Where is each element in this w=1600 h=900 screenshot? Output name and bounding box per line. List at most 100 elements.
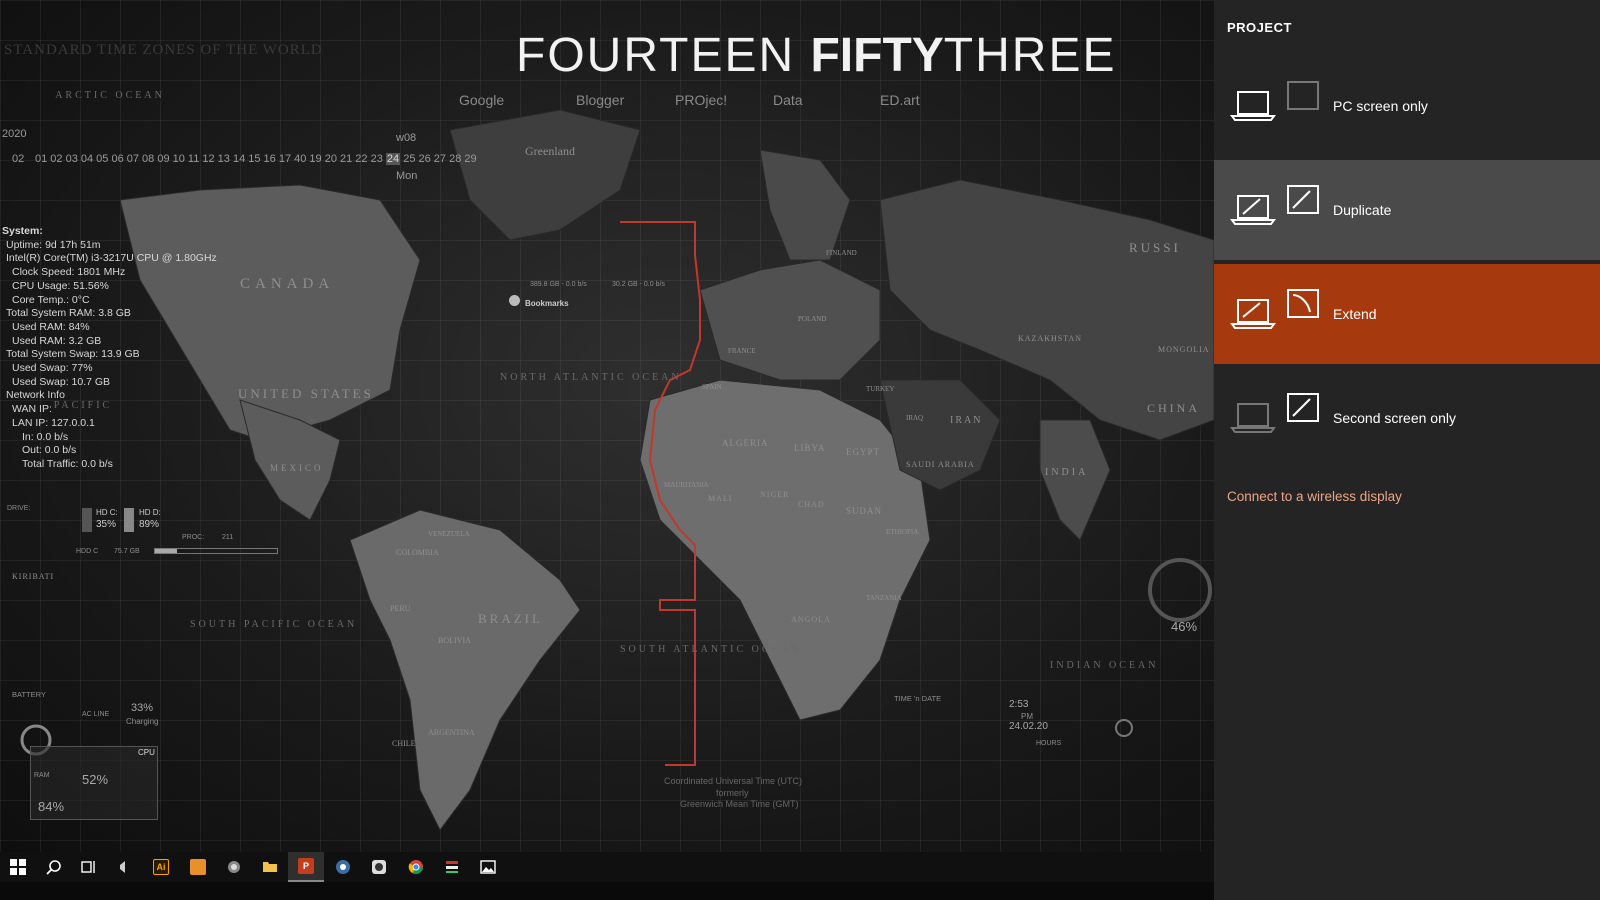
- pc-screen-only-icon: [1230, 81, 1319, 121]
- hdd-bar-value: 75.7 GB: [114, 548, 140, 555]
- taskbar: Ai P: [0, 852, 1214, 882]
- pc-screen-only-option[interactable]: PC screen only: [1214, 56, 1600, 156]
- chrome-icon: [408, 860, 423, 874]
- country-label: KIRIBATI: [12, 572, 55, 581]
- country-label: ETHIOPIA: [886, 528, 919, 536]
- app-icon: [336, 860, 350, 874]
- proc-label: PROC:: [182, 534, 205, 541]
- illustrator-icon: Ai: [153, 859, 169, 875]
- cpu-widget-label: CPU: [138, 748, 155, 757]
- nav-link-edart[interactable]: ED.art: [880, 92, 920, 108]
- ocean-label: SOUTH ATLANTIC OCEAN: [620, 640, 798, 660]
- ram-widget-label: RAM: [34, 772, 50, 779]
- app-gear-button[interactable]: [216, 852, 252, 882]
- calendar-days: 01 02 03 04 05 06 07 08 09 10 11 12 13 1…: [35, 153, 477, 165]
- extend-option[interactable]: Extend: [1214, 264, 1600, 364]
- gauge-pct: 46%: [1171, 619, 1198, 634]
- connect-wireless-display-link[interactable]: Connect to a wireless display: [1227, 489, 1402, 504]
- country-label: SPAIN: [702, 383, 722, 391]
- pinned-app-1[interactable]: [107, 852, 143, 882]
- clock-ampm: PM: [1021, 712, 1033, 721]
- calendar-year: 2020: [2, 128, 27, 140]
- battery-status: Charging: [126, 717, 159, 726]
- calendar-month: 02: [12, 153, 25, 165]
- app-list-button[interactable]: [434, 852, 470, 882]
- nav-link-data[interactable]: Data: [773, 92, 803, 108]
- country-label: CHINA: [1147, 401, 1200, 415]
- country-label: COLOMBIA: [396, 548, 439, 557]
- country-label: SUDAN: [846, 506, 883, 516]
- country-label: ANGOLA: [791, 615, 831, 624]
- country-label: INDIA: [1045, 467, 1089, 478]
- country-label: KAZAKHSTAN: [1018, 334, 1083, 343]
- ac-line-label: AC LINE: [82, 711, 110, 718]
- ocean-label: INDIAN OCEAN: [1050, 660, 1159, 671]
- country-label: VENEZUELA: [428, 530, 470, 538]
- project-panel: PROJECT PC screen only Duplicate Extend: [1214, 0, 1600, 900]
- total-swap: Total System Swap: 13.9 GB: [6, 348, 140, 361]
- used-ram-pct: Used RAM: 84%: [12, 320, 90, 333]
- nav-link-google[interactable]: Google: [459, 92, 504, 108]
- search-button[interactable]: [36, 852, 72, 882]
- task-view-button[interactable]: [71, 852, 107, 882]
- country-label: EGYPT: [846, 447, 880, 457]
- hdd-bar-label: HDD C: [76, 548, 99, 555]
- bookmarks-icon[interactable]: [509, 295, 520, 306]
- illustrator-button[interactable]: Ai: [143, 852, 179, 882]
- battery-label: BATTERY: [12, 690, 46, 699]
- country-label: TURKEY: [866, 385, 895, 393]
- app-icon: [120, 861, 125, 873]
- task-view-icon: [81, 861, 95, 873]
- powerpoint-icon: P: [298, 858, 314, 874]
- calendar-week: w08: [396, 132, 417, 144]
- battery-pct: 33%: [131, 702, 154, 714]
- second-screen-only-option[interactable]: Second screen only: [1214, 368, 1600, 468]
- map-title: STANDARD TIME ZONES OF THE WORLD: [4, 42, 323, 58]
- disk-speed-b: 30.2 GB - 0.0 b/s: [612, 281, 665, 288]
- country-label: FINLAND: [826, 249, 857, 257]
- brand-logo: FOURTEEN FIFTYTHREE: [516, 29, 1117, 82]
- country-label: MEXICO: [270, 463, 324, 473]
- net-in: In: 0.0 b/s: [22, 430, 69, 443]
- country-label: PERU: [390, 604, 411, 613]
- app-steam-button[interactable]: [325, 852, 361, 882]
- camera-icon: [372, 860, 386, 874]
- bookmarks-link[interactable]: Bookmarks: [525, 299, 569, 308]
- calendar-today: 24: [385, 153, 401, 165]
- proc-bar: [154, 548, 278, 554]
- country-label: MONGOLIA: [1158, 345, 1210, 354]
- uptime: Uptime: 9d 17h 51m: [6, 238, 101, 251]
- lan-ip: LAN IP: 127.0.0.1: [12, 416, 95, 429]
- photos-button[interactable]: [470, 852, 506, 882]
- cpu-widget-pct: 52%: [82, 772, 109, 787]
- desktop-wallpaper: STANDARD TIME ZONES OF THE WORLD FOURTEE…: [0, 0, 1214, 852]
- drive-label: DRIVE:: [7, 505, 31, 512]
- ocean-label: ARCTIC OCEAN: [55, 90, 165, 101]
- country-label: Greenland: [525, 144, 575, 158]
- system-info-widget: System: Uptime: 9d 17h 51m Intel(R) Core…: [2, 225, 217, 472]
- country-label: ARGENTINA: [428, 728, 475, 737]
- nav-link-project[interactable]: PROjec!: [675, 92, 727, 108]
- country-label: LIBYA: [794, 443, 826, 453]
- second-screen-only-icon: [1230, 393, 1319, 433]
- system-heading: System:: [2, 225, 43, 237]
- country-label: TANZANIA: [866, 594, 902, 602]
- start-button[interactable]: [0, 852, 36, 882]
- country-label: POLAND: [798, 315, 827, 323]
- country-label: FRANCE: [728, 347, 756, 355]
- time-date-label: TIME 'n DATE: [894, 694, 942, 703]
- project-title: PROJECT: [1227, 20, 1292, 35]
- clock-time: 2:53: [1009, 699, 1029, 710]
- duplicate-option[interactable]: Duplicate: [1214, 160, 1600, 260]
- country-label: BOLIVIA: [438, 636, 471, 645]
- file-explorer-button[interactable]: [252, 852, 288, 882]
- powerpoint-button[interactable]: P: [288, 852, 324, 882]
- used-swap: Used Swap: 10.7 GB: [12, 375, 111, 388]
- country-label: BRAZIL: [478, 611, 543, 626]
- chrome-button[interactable]: [398, 852, 434, 882]
- sublime-button[interactable]: [180, 852, 216, 882]
- hdc-bar: [82, 508, 92, 532]
- nav-link-blogger[interactable]: Blogger: [576, 92, 624, 108]
- camera-app-button[interactable]: [361, 852, 397, 882]
- total-ram: Total System RAM: 3.8 GB: [6, 307, 131, 320]
